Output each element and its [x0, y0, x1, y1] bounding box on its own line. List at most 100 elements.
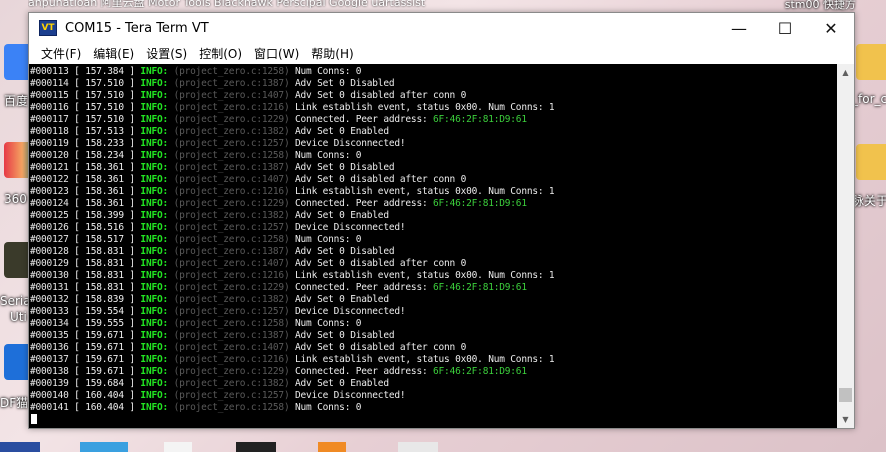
line-timestamp: [ 158.361 ]	[74, 174, 135, 185]
line-message: Num Conns: 0	[295, 66, 362, 77]
terminal-line: #000128 [ 158.831 ] INFO: (project_zero.…	[30, 246, 837, 258]
line-level: INFO:	[140, 342, 169, 353]
line-level: INFO:	[140, 90, 169, 101]
terminal-line: #000135 [ 159.671 ] INFO: (project_zero.…	[30, 330, 837, 342]
line-timestamp: [ 157.513 ]	[74, 126, 135, 137]
menu-edit[interactable]: 编辑(E)	[87, 45, 140, 62]
line-id: #000132	[30, 294, 69, 305]
line-message: Adv Set 0 Disabled	[295, 330, 395, 341]
terminal-line: #000139 [ 159.684 ] INFO: (project_zero.…	[30, 378, 837, 390]
line-source: (project_zero.c:1407)	[173, 258, 290, 269]
line-id: #000139	[30, 378, 69, 389]
menu-file[interactable]: 文件(F)	[35, 45, 87, 62]
line-source: (project_zero.c:1382)	[173, 378, 290, 389]
desktop-icon-label: Seria	[0, 294, 31, 308]
line-source: (project_zero.c:1229)	[173, 114, 290, 125]
line-level: INFO:	[140, 354, 169, 365]
menu-window[interactable]: 窗口(W)	[248, 45, 305, 62]
taskbar-item[interactable]	[80, 442, 128, 452]
line-level: INFO:	[140, 114, 169, 125]
line-timestamp: [ 158.516 ]	[74, 222, 135, 233]
line-source: (project_zero.c:1216)	[173, 354, 290, 365]
line-timestamp: [ 157.384 ]	[74, 66, 135, 77]
line-id: #000137	[30, 354, 69, 365]
desktop-icon-label: DF猫	[0, 396, 29, 410]
terminal-line: #000114 [ 157.510 ] INFO: (project_zero.…	[30, 78, 837, 90]
line-level: INFO:	[140, 390, 169, 401]
close-button[interactable]: ✕	[808, 13, 854, 43]
line-level: INFO:	[140, 234, 169, 245]
line-source: (project_zero.c:1257)	[173, 222, 290, 233]
desktop-icon-label: 脉关于	[852, 194, 886, 208]
taskbar-item[interactable]	[236, 442, 276, 452]
maximize-button[interactable]: ☐	[762, 13, 808, 43]
line-source: (project_zero.c:1257)	[173, 390, 290, 401]
terminal-output[interactable]: #000113 [ 157.384 ] INFO: (project_zero.…	[29, 64, 837, 428]
line-id: #000113	[30, 66, 69, 77]
desktop-icon-label: 百度	[4, 94, 29, 108]
line-message: Connected. Peer address:	[295, 366, 434, 377]
terminal-line: #000113 [ 157.384 ] INFO: (project_zero.…	[30, 66, 837, 78]
line-level: INFO:	[140, 138, 169, 149]
terminal-lines: #000113 [ 157.384 ] INFO: (project_zero.…	[29, 64, 837, 414]
line-source: (project_zero.c:1382)	[173, 294, 290, 305]
line-timestamp: [ 157.510 ]	[74, 114, 135, 125]
scroll-down-arrow-icon[interactable]: ▼	[837, 411, 854, 428]
menu-help[interactable]: 帮助(H)	[305, 45, 359, 62]
vertical-scrollbar[interactable]: ▲ ▼	[837, 64, 854, 428]
menu-setup[interactable]: 设置(S)	[140, 45, 193, 62]
terminal-line: #000119 [ 158.233 ] INFO: (project_zero.…	[30, 138, 837, 150]
terminal-line: #000134 [ 159.555 ] INFO: (project_zero.…	[30, 318, 837, 330]
terminal-line: #000141 [ 160.404 ] INFO: (project_zero.…	[30, 402, 837, 414]
line-message: Device Disconnected!	[295, 390, 406, 401]
line-id: #000124	[30, 198, 69, 209]
line-source: (project_zero.c:1257)	[173, 138, 290, 149]
line-level: INFO:	[140, 210, 169, 221]
terminal-line: #000116 [ 157.510 ] INFO: (project_zero.…	[30, 102, 837, 114]
line-source: (project_zero.c:1257)	[173, 306, 290, 317]
line-level: INFO:	[140, 282, 169, 293]
terminal-line: #000125 [ 158.399 ] INFO: (project_zero.…	[30, 210, 837, 222]
line-source: (project_zero.c:1229)	[173, 366, 290, 377]
taskbar-item[interactable]	[398, 442, 438, 452]
line-message: Link establish event, status 0x00. Num C…	[295, 186, 555, 197]
taskbar-item[interactable]	[164, 442, 192, 452]
scroll-thumb[interactable]	[839, 388, 852, 402]
line-source: (project_zero.c:1382)	[173, 126, 290, 137]
line-level: INFO:	[140, 306, 169, 317]
line-level: INFO:	[140, 126, 169, 137]
line-timestamp: [ 158.831 ]	[74, 270, 135, 281]
line-message: Adv Set 0 disabled after conn 0	[295, 342, 467, 353]
terminal-line: #000130 [ 158.831 ] INFO: (project_zero.…	[30, 270, 837, 282]
scroll-up-arrow-icon[interactable]: ▲	[837, 64, 854, 81]
line-level: INFO:	[140, 222, 169, 233]
line-timestamp: [ 160.404 ]	[74, 402, 135, 413]
scroll-track[interactable]	[837, 81, 854, 411]
line-id: #000120	[30, 150, 69, 161]
line-source: (project_zero.c:1216)	[173, 102, 290, 113]
folder-icon[interactable]	[856, 144, 886, 180]
taskbar-item[interactable]	[0, 442, 40, 452]
line-id: #000141	[30, 402, 69, 413]
line-timestamp: [ 158.831 ]	[74, 246, 135, 257]
teraterm-app-icon[interactable]: VT	[39, 20, 57, 36]
folder-icon[interactable]	[856, 44, 886, 80]
line-message: Adv Set 0 disabled after conn 0	[295, 90, 467, 101]
line-timestamp: [ 159.684 ]	[74, 378, 135, 389]
line-level: INFO:	[140, 318, 169, 329]
line-message: Num Conns: 0	[295, 318, 362, 329]
title-bar[interactable]: VT COM15 - Tera Term VT — ☐ ✕	[29, 13, 854, 43]
minimize-button[interactable]: —	[716, 13, 762, 43]
taskbar-item[interactable]	[318, 442, 346, 452]
line-level: INFO:	[140, 78, 169, 89]
teraterm-window[interactable]: VT COM15 - Tera Term VT — ☐ ✕ 文件(F) 编辑(E…	[28, 12, 855, 429]
terminal-line: #000115 [ 157.510 ] INFO: (project_zero.…	[30, 90, 837, 102]
line-level: INFO:	[140, 198, 169, 209]
line-timestamp: [ 159.671 ]	[74, 342, 135, 353]
line-id: #000121	[30, 162, 69, 173]
line-timestamp: [ 159.554 ]	[74, 306, 135, 317]
line-id: #000128	[30, 246, 69, 257]
line-level: INFO:	[140, 66, 169, 77]
menu-control[interactable]: 控制(O)	[193, 45, 248, 62]
line-level: INFO:	[140, 174, 169, 185]
